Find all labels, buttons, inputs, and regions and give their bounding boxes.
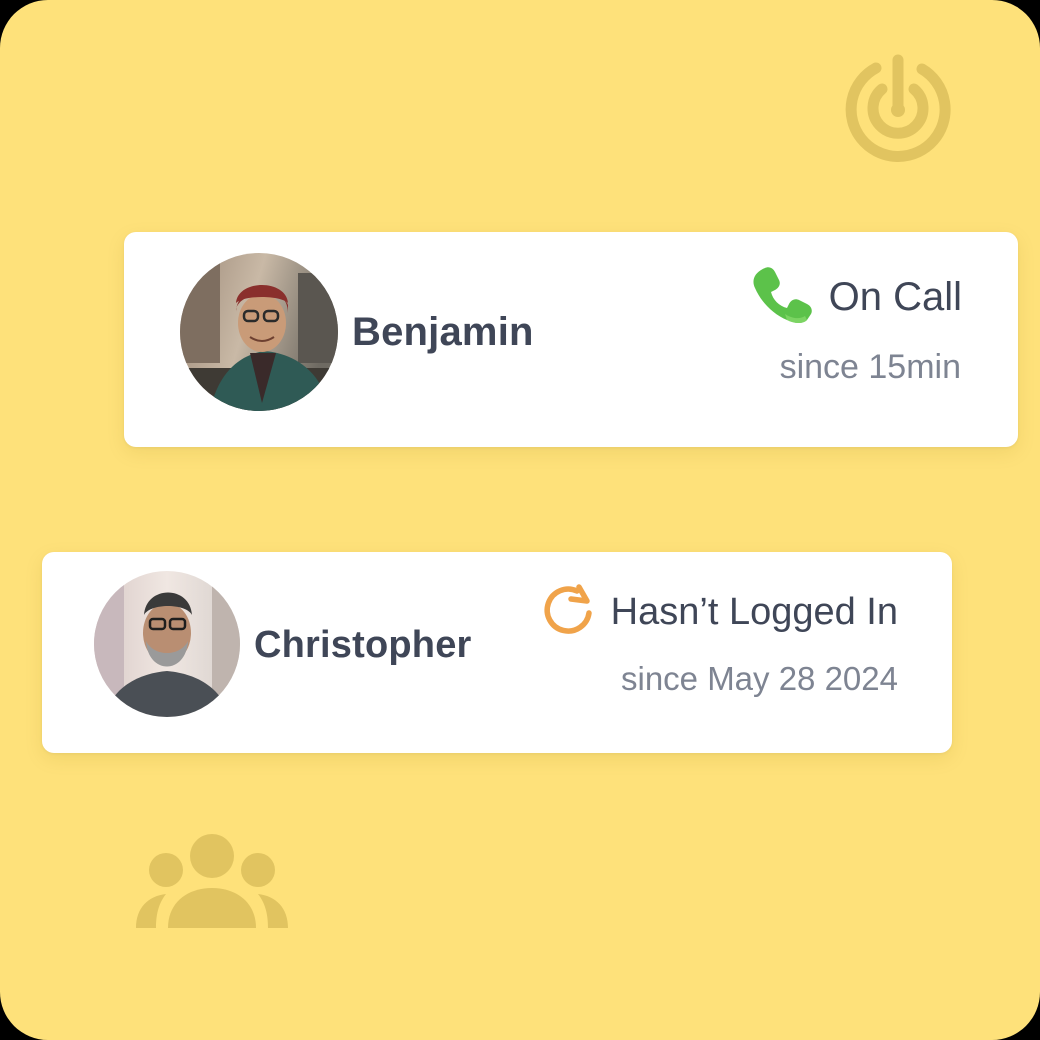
status-label: Hasn’t Logged In xyxy=(610,590,898,633)
user-card-christopher[interactable]: Christopher Hasn’t Logged In since May 2… xyxy=(42,552,952,753)
status-label: On Call xyxy=(828,274,962,319)
radar-icon xyxy=(845,54,951,162)
status: Hasn’t Logged In xyxy=(541,583,898,642)
user-card-benjamin[interactable]: Benjamin On Call since 15min xyxy=(124,232,1018,447)
user-name: Christopher xyxy=(254,624,472,666)
group-icon xyxy=(136,834,288,928)
phone-icon xyxy=(751,264,813,331)
status-panel: Benjamin On Call since 15min Christopher… xyxy=(0,0,1040,1040)
status-since: since May 28 2024 xyxy=(620,660,898,697)
avatar xyxy=(94,571,240,717)
status: On Call xyxy=(751,266,962,328)
user-name: Benjamin xyxy=(352,310,534,354)
refresh-icon xyxy=(541,583,595,642)
status-since: since 15min xyxy=(779,348,961,386)
avatar xyxy=(180,253,338,411)
